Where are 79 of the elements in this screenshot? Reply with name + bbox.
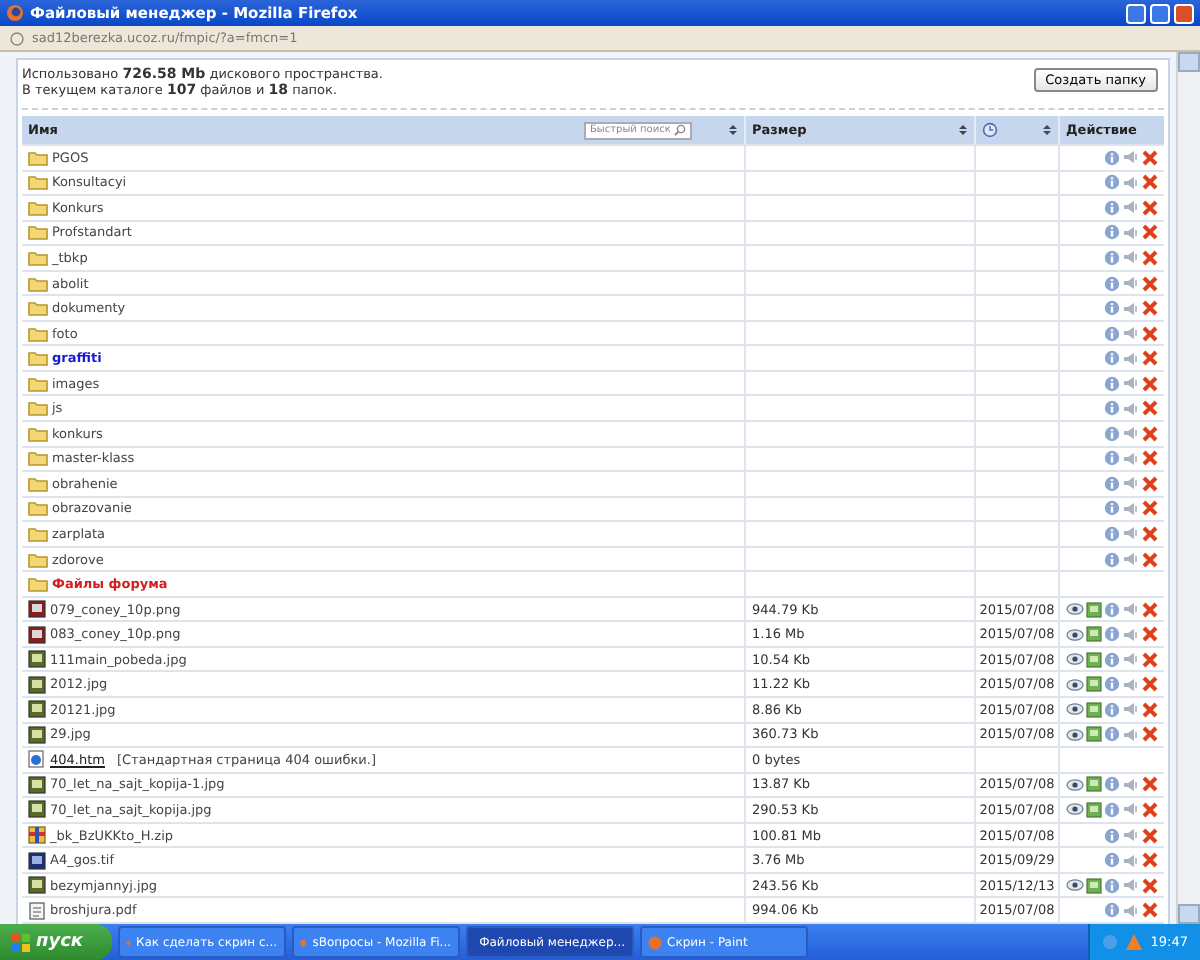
delete-icon[interactable]	[1142, 375, 1158, 392]
speaker-icon[interactable]	[1122, 200, 1140, 215]
sort-icon[interactable]	[728, 124, 738, 136]
speaker-icon[interactable]	[1122, 476, 1140, 491]
speaker-icon[interactable]	[1122, 802, 1140, 817]
maximize-button[interactable]	[1150, 3, 1170, 23]
speaker-icon[interactable]	[1122, 426, 1140, 441]
speaker-icon[interactable]	[1122, 501, 1140, 516]
delete-icon[interactable]	[1142, 626, 1158, 643]
speaker-icon[interactable]	[1122, 878, 1140, 893]
speaker-icon[interactable]	[1122, 175, 1140, 190]
speaker-icon[interactable]	[1122, 225, 1140, 240]
delete-icon[interactable]	[1142, 199, 1158, 216]
delete-icon[interactable]	[1142, 551, 1158, 568]
speaker-icon[interactable]	[1122, 652, 1140, 667]
speaker-icon[interactable]	[1122, 853, 1140, 868]
sort-icon[interactable]	[958, 124, 968, 136]
delete-icon[interactable]	[1142, 801, 1158, 818]
speaker-icon[interactable]	[1122, 276, 1140, 290]
speaker-icon[interactable]	[1122, 903, 1140, 918]
delete-icon[interactable]	[1142, 852, 1158, 869]
web-page-icon	[28, 750, 46, 769]
eye-icon[interactable]	[1066, 677, 1084, 692]
speaker-icon[interactable]	[1122, 602, 1140, 617]
speaker-icon[interactable]	[1122, 401, 1140, 416]
speaker-icon[interactable]	[1122, 351, 1140, 366]
delete-icon[interactable]	[1142, 902, 1158, 919]
delete-icon[interactable]	[1142, 525, 1158, 542]
delete-icon[interactable]	[1142, 300, 1158, 317]
delete-icon[interactable]	[1142, 325, 1158, 342]
delete-icon[interactable]	[1142, 425, 1158, 442]
eye-icon[interactable]	[1066, 727, 1084, 742]
delete-icon[interactable]	[1142, 224, 1158, 241]
delete-icon[interactable]	[1142, 350, 1158, 367]
speaker-icon[interactable]	[1122, 526, 1140, 541]
eye-icon[interactable]	[1066, 627, 1084, 642]
delete-icon[interactable]	[1142, 275, 1158, 291]
delete-icon[interactable]	[1142, 149, 1158, 166]
speaker-icon[interactable]	[1122, 451, 1140, 466]
eye-icon[interactable]	[1066, 602, 1084, 617]
speaker-icon[interactable]	[1122, 727, 1140, 742]
delete-icon[interactable]	[1142, 651, 1158, 668]
eye-icon[interactable]	[1066, 802, 1084, 817]
minimize-button[interactable]	[1126, 3, 1146, 23]
speaker-icon[interactable]	[1122, 150, 1140, 165]
close-button[interactable]	[1174, 3, 1194, 23]
delete-icon[interactable]	[1142, 400, 1158, 417]
clock-icon[interactable]	[982, 122, 998, 138]
archive-icon	[28, 826, 46, 845]
image-icon[interactable]	[1086, 877, 1102, 894]
delete-icon[interactable]	[1142, 726, 1158, 743]
delete-icon[interactable]	[1142, 601, 1158, 618]
delete-icon[interactable]	[1142, 475, 1158, 492]
speaker-icon[interactable]	[1122, 677, 1140, 692]
speaker-icon[interactable]	[1122, 702, 1140, 717]
delete-icon[interactable]	[1142, 776, 1158, 793]
speaker-icon[interactable]	[1122, 552, 1140, 567]
speaker-icon[interactable]	[1122, 777, 1140, 792]
delete-icon[interactable]	[1142, 249, 1158, 266]
delete-icon[interactable]	[1142, 827, 1158, 844]
delete-icon[interactable]	[1142, 450, 1158, 467]
speaker-icon[interactable]	[1122, 828, 1140, 843]
eye-icon[interactable]	[1066, 702, 1084, 717]
speaker-icon[interactable]	[1122, 376, 1140, 391]
speaker-icon[interactable]	[1122, 326, 1140, 341]
windows-logo-icon	[12, 933, 30, 951]
speaker-icon[interactable]	[1122, 250, 1140, 265]
speaker-icon[interactable]	[1122, 301, 1140, 316]
search-icon	[674, 124, 686, 136]
sort-icon[interactable]	[1042, 124, 1052, 136]
delete-icon[interactable]	[1142, 676, 1158, 693]
delete-icon[interactable]	[1142, 877, 1158, 894]
eye-icon[interactable]	[1066, 652, 1084, 667]
delete-icon[interactable]	[1142, 701, 1158, 718]
delete-icon[interactable]	[1142, 174, 1158, 191]
delete-icon[interactable]	[1142, 500, 1158, 517]
eye-icon[interactable]	[1066, 878, 1084, 893]
speaker-icon[interactable]	[1122, 627, 1140, 642]
eye-icon[interactable]	[1066, 777, 1084, 792]
